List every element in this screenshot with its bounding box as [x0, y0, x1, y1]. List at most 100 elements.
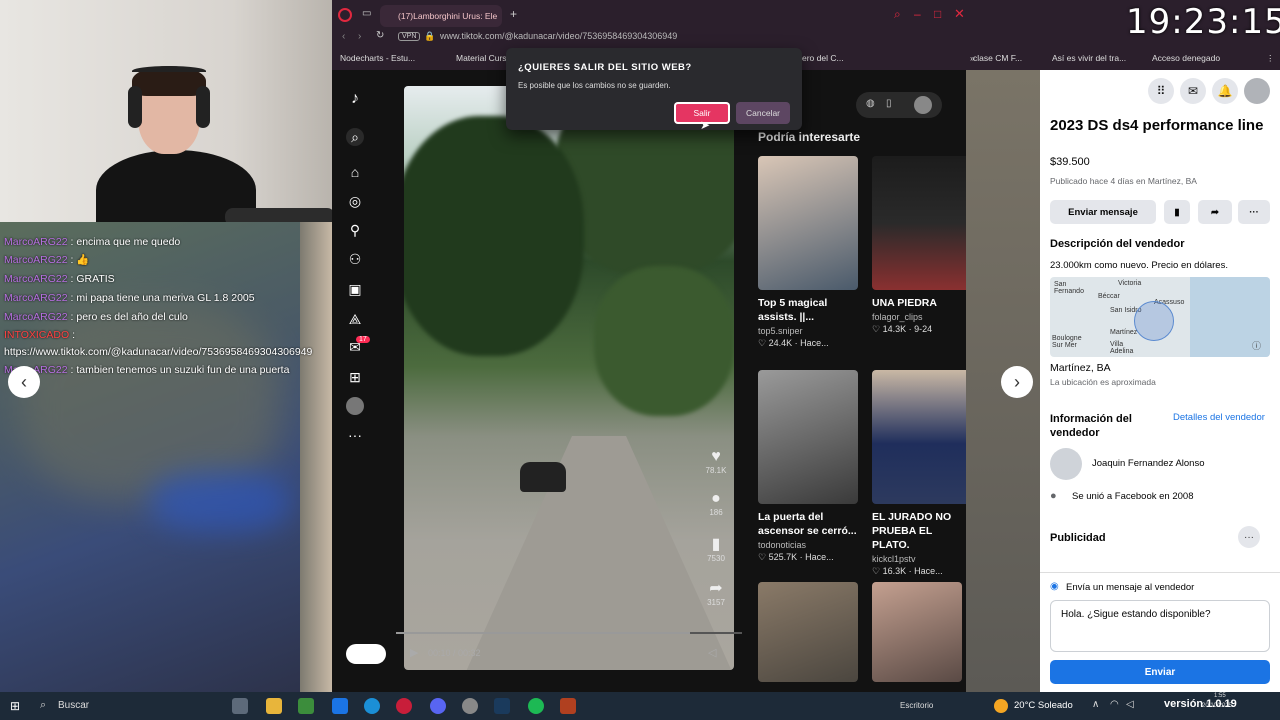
- tiktok-sidebar: ♪ ⌕ ⌂ ◎ ⚲ ⚇ ▣ ⟁ ✉ 17 ⊞ ···: [332, 70, 386, 682]
- forward-icon[interactable]: ›: [358, 31, 361, 42]
- seller-avatar[interactable]: [1050, 448, 1082, 480]
- profile-avatar[interactable]: [346, 397, 364, 415]
- location-circle: [1134, 301, 1174, 341]
- tray-chevron-icon[interactable]: ∧: [1092, 699, 1099, 710]
- webcam-feed: [0, 0, 332, 222]
- seller-details-link[interactable]: Detalles del vendedor: [1173, 412, 1265, 423]
- share-icon[interactable]: ➦: [1198, 200, 1232, 224]
- recommended-card[interactable]: [872, 582, 962, 682]
- game-icon[interactable]: [560, 698, 576, 714]
- messages-icon[interactable]: ⟁: [346, 310, 364, 328]
- recommended-card[interactable]: EL JURADO NO PRUEBA EL PLATO. kickcl1pst…: [872, 370, 972, 577]
- tiktok-logo-icon[interactable]: ♪: [346, 90, 364, 108]
- carousel-prev-button[interactable]: ‹: [8, 366, 40, 398]
- play-icon[interactable]: ▶: [410, 646, 418, 659]
- search-icon[interactable]: ⌕: [894, 7, 901, 22]
- app-icon[interactable]: [462, 698, 478, 714]
- bookmark-item[interactable]: Así es vivir del tra...: [1052, 53, 1126, 63]
- location-map[interactable]: San Fernando Victoria Béccar Acassuso Sa…: [1050, 277, 1270, 357]
- desktop-label[interactable]: Escritorio: [900, 701, 933, 710]
- minimize-icon[interactable]: –: [914, 7, 921, 21]
- send-message-button[interactable]: Enviar mensaje: [1050, 200, 1156, 224]
- video-progress[interactable]: [396, 632, 742, 634]
- chat-message: MarcoARG22 : tambien tenemos un suzuki f…: [4, 364, 290, 376]
- chat-message: INTOXICADO :: [4, 329, 75, 341]
- bookmark-item[interactable]: Nodecharts - Estu...: [340, 53, 415, 63]
- tab-tiktok[interactable]: (17)Lamborghini Urus: Ele: [380, 5, 502, 27]
- discord-icon[interactable]: [430, 698, 446, 714]
- sidebar-toggle-icon[interactable]: ▭: [362, 8, 371, 19]
- outlook-icon[interactable]: [332, 698, 348, 714]
- compass-icon[interactable]: ◍: [866, 98, 875, 109]
- tiktok-video[interactable]: [404, 86, 734, 670]
- reload-icon[interactable]: ↻: [376, 30, 384, 41]
- facebook-listing: ⠿ ✉ 🔔 2023 DS ds4 performance line $39.5…: [1040, 70, 1280, 692]
- weather[interactable]: 20°C Soleado: [1014, 700, 1073, 711]
- task-view-icon[interactable]: [232, 698, 248, 714]
- upload-icon[interactable]: ⊞: [346, 368, 364, 386]
- app-toggle[interactable]: [346, 644, 386, 664]
- carousel-next-button[interactable]: ›: [1001, 366, 1033, 398]
- maximize-icon[interactable]: □: [934, 7, 941, 21]
- wifi-icon[interactable]: ◠: [1110, 699, 1119, 710]
- opera-icon[interactable]: [396, 698, 412, 714]
- recommended-card[interactable]: Top 5 magical assists. ||... top5.sniper…: [758, 156, 858, 349]
- bell-icon[interactable]: 🔔: [1212, 78, 1238, 104]
- comment-button[interactable]: ● 186: [700, 490, 732, 517]
- messenger-icon[interactable]: ✉: [1180, 78, 1206, 104]
- leave-site-dialog: ¿QUIERES SALIR DEL SITIO WEB? Es posible…: [506, 48, 802, 130]
- opera-logo-icon[interactable]: [338, 8, 352, 22]
- bookmark-icon[interactable]: ▮: [1164, 200, 1190, 224]
- close-icon[interactable]: ✕: [954, 6, 965, 22]
- menu-grid-icon[interactable]: ⠿: [1148, 78, 1174, 104]
- friends-icon[interactable]: ⚇: [346, 250, 364, 268]
- more-icon[interactable]: ···: [1238, 526, 1260, 548]
- back-icon[interactable]: ‹: [342, 31, 345, 42]
- vpn-badge[interactable]: VPN: [398, 32, 421, 41]
- live-icon[interactable]: ▣: [346, 280, 364, 298]
- windows-start-icon[interactable]: ⊞: [10, 699, 20, 713]
- search-icon[interactable]: ⌕: [346, 128, 364, 146]
- like-button[interactable]: ♥ 78.1K: [700, 448, 732, 475]
- recommended-card[interactable]: La puerta del ascensor se cerró... todon…: [758, 370, 858, 563]
- avatar[interactable]: [1244, 78, 1270, 104]
- store-icon[interactable]: [298, 698, 314, 714]
- home-icon[interactable]: ⌂: [346, 163, 364, 181]
- taskbar-search[interactable]: Buscar: [58, 700, 89, 711]
- send-button[interactable]: Enviar: [1050, 660, 1270, 684]
- info-icon[interactable]: ⓘ: [1252, 339, 1261, 352]
- url-field[interactable]: www.tiktok.com/@kadunacar/video/75369584…: [440, 31, 677, 41]
- phone-icon[interactable]: ▯: [886, 98, 892, 109]
- avatar[interactable]: [914, 96, 932, 114]
- following-icon[interactable]: ⚲: [346, 221, 364, 239]
- recommended-card[interactable]: UNA PIEDRA folagor_clips ♡ 14.3K · 9-24: [872, 156, 972, 335]
- bookmark-item[interactable]: Material Curs: [456, 53, 507, 63]
- recommended-card[interactable]: [758, 582, 858, 682]
- volume-icon[interactable]: ◁: [1126, 699, 1134, 710]
- mute-icon[interactable]: ◁: [708, 646, 716, 659]
- message-input[interactable]: Hola. ¿Sigue estando disponible?: [1050, 600, 1270, 652]
- bookmark-item[interactable]: ero del C...: [802, 53, 844, 63]
- bookmark-icon: ▮: [711, 536, 721, 553]
- bookmark-item[interactable]: Acceso denegado: [1152, 53, 1220, 63]
- file-explorer-icon[interactable]: [266, 698, 282, 714]
- spotify-icon[interactable]: [528, 698, 544, 714]
- share-button[interactable]: ➦ 3157: [700, 578, 732, 607]
- explore-icon[interactable]: ◎: [346, 192, 364, 210]
- seller-name[interactable]: Joaquin Fernandez Alonso: [1092, 458, 1205, 469]
- share-icon: ➦: [709, 580, 723, 597]
- steam-icon[interactable]: [494, 698, 510, 714]
- save-button[interactable]: ▮ 7530: [700, 534, 732, 563]
- more-bookmarks-icon[interactable]: ⋮: [1266, 53, 1275, 64]
- search-icon[interactable]: ⌕: [40, 699, 46, 712]
- new-tab-icon[interactable]: +: [510, 7, 517, 21]
- bookmark-item[interactable]: clase CM F...: [973, 53, 1022, 63]
- streamer-arm: [225, 208, 332, 222]
- cancel-button[interactable]: Cancelar: [736, 102, 790, 124]
- more-icon[interactable]: ···: [346, 426, 364, 444]
- more-icon[interactable]: ···: [1238, 200, 1270, 224]
- video-time: 00:10 / 00:32: [428, 648, 481, 658]
- edge-icon[interactable]: [364, 698, 380, 714]
- messenger-icon: ◉: [1050, 581, 1059, 592]
- heart-icon: ♥: [711, 448, 721, 465]
